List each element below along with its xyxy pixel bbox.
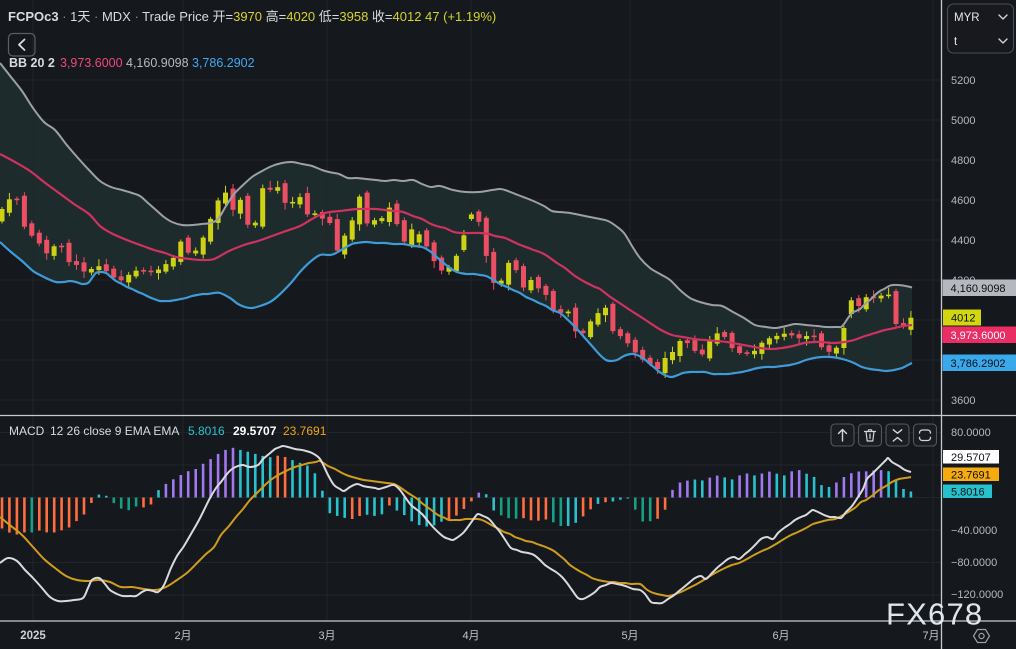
svg-text:3月: 3月 (318, 630, 335, 642)
svg-text:5月: 5月 (621, 630, 638, 642)
svg-text:23.7691: 23.7691 (951, 469, 991, 481)
svg-text:23.7691: 23.7691 (283, 424, 327, 438)
svg-text:5200: 5200 (951, 75, 975, 87)
svg-text:FX678: FX678 (886, 597, 983, 632)
svg-text:4,160.9098: 4,160.9098 (126, 56, 189, 70)
svg-text:4800: 4800 (951, 155, 975, 167)
svg-text:3600: 3600 (951, 395, 975, 407)
svg-text:6月: 6月 (772, 630, 789, 642)
svg-text:80.0000: 80.0000 (951, 427, 991, 439)
svg-text:4600: 4600 (951, 195, 975, 207)
svg-text:4月: 4月 (462, 630, 479, 642)
svg-text:7月: 7月 (922, 630, 939, 642)
svg-text:3,973.6000: 3,973.6000 (951, 330, 1006, 342)
svg-text:−40.0000: −40.0000 (951, 525, 997, 537)
svg-text:3,973.6000: 3,973.6000 (60, 56, 123, 70)
svg-text:3,786.2902: 3,786.2902 (192, 56, 255, 70)
svg-text:5.8016: 5.8016 (188, 424, 225, 438)
svg-text:5.8016: 5.8016 (951, 486, 985, 498)
svg-text:MACD: MACD (9, 424, 45, 438)
svg-text:29.5707: 29.5707 (233, 424, 277, 438)
svg-text:−80.0000: −80.0000 (951, 557, 997, 569)
svg-text:12 26 close 9 EMA EMA: 12 26 close 9 EMA EMA (50, 424, 179, 438)
svg-text:2025: 2025 (20, 630, 46, 642)
svg-text:BB 20 2: BB 20 2 (9, 56, 55, 70)
svg-text:4400: 4400 (951, 235, 975, 247)
svg-text:29.5707: 29.5707 (951, 452, 991, 464)
svg-text:4,160.9098: 4,160.9098 (951, 283, 1006, 295)
svg-text:MYR: MYR (954, 12, 980, 24)
svg-text:FCPOc3 · 1天 · MDX · Trade Pric: FCPOc3 · 1天 · MDX · Trade Price 开=3970 高… (8, 9, 496, 24)
svg-text:5000: 5000 (951, 115, 975, 127)
svg-text:4012: 4012 (951, 313, 975, 325)
svg-text:3,786.2902: 3,786.2902 (951, 358, 1006, 370)
svg-text:2月: 2月 (174, 630, 191, 642)
